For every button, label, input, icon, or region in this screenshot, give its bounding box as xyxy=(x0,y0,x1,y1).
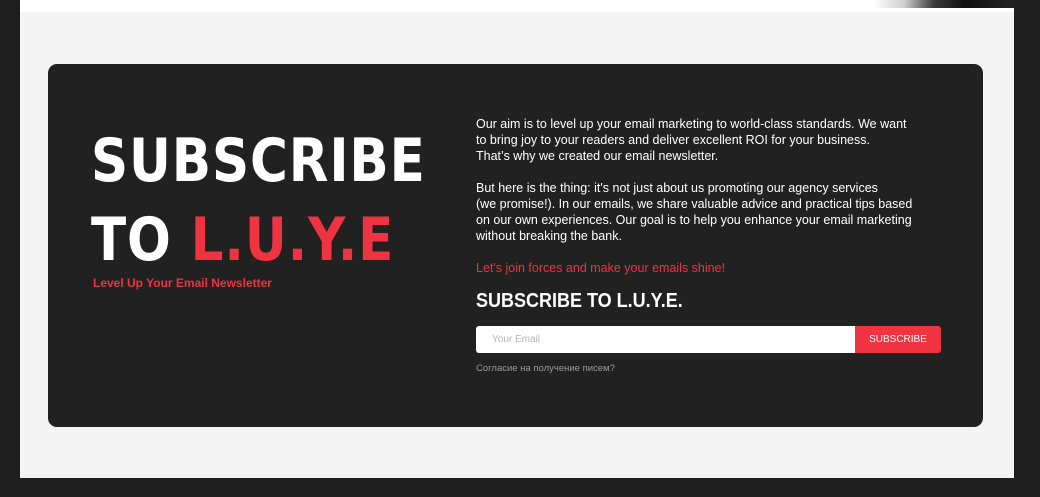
consent-link[interactable]: Согласие на получение писем? xyxy=(476,363,615,374)
page-frame: SUBSCRIBE TO L.U.Y.E Level Up Your Email… xyxy=(20,0,1014,478)
form-heading: SUBSCRIBE TO L.U.Y.E. xyxy=(476,290,683,312)
details-paragraph-line: without breaking the bank. xyxy=(476,229,622,243)
intro-paragraph-line: That’s why we created our email newslett… xyxy=(476,149,719,163)
details-paragraph: But here is the thing: it's not just abo… xyxy=(476,180,916,244)
description-column: Our aim is to level up your email market… xyxy=(476,116,916,276)
hero-title: SUBSCRIBE TO L.U.Y.E xyxy=(91,122,426,280)
hero-title-accent: L.U.Y.E xyxy=(190,205,395,275)
intro-paragraph-line: to bring joy to your readers and deliver… xyxy=(476,133,870,147)
hero-subtitle: Level Up Your Email Newsletter xyxy=(93,276,272,290)
top-image-fragment xyxy=(814,0,1014,8)
subscribe-card: SUBSCRIBE TO L.U.Y.E Level Up Your Email… xyxy=(48,64,983,427)
hero-title-line2-prefix: TO xyxy=(91,205,191,275)
details-paragraph-line: (we promise!). In our emails, we share v… xyxy=(476,197,913,211)
cta-text: Let's join forces and make your emails s… xyxy=(476,261,726,275)
top-image-strip xyxy=(20,0,1014,12)
hero-title-line1: SUBSCRIBE xyxy=(91,126,426,196)
details-paragraph-line: But here is the thing: it's not just abo… xyxy=(476,181,878,195)
intro-paragraph: Our aim is to level up your email market… xyxy=(476,116,916,164)
intro-paragraph-line: Our aim is to level up your email market… xyxy=(476,117,907,131)
email-input[interactable] xyxy=(476,326,855,353)
subscribe-button[interactable]: SUBSCRIBE xyxy=(855,326,941,353)
details-paragraph-line: on our own experiences. Our goal is to h… xyxy=(476,213,912,227)
